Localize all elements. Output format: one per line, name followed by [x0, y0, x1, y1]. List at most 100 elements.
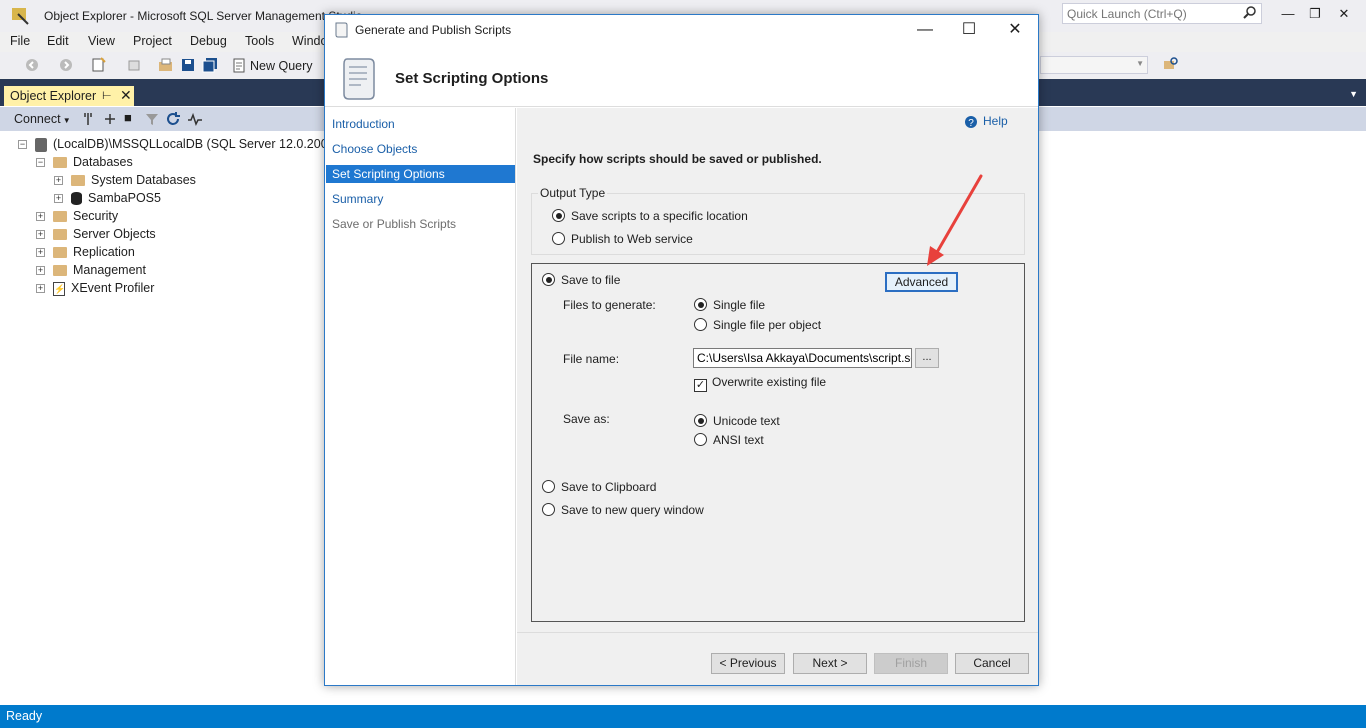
- tree-node[interactable]: + Security: [36, 207, 118, 225]
- find-icon[interactable]: [1162, 57, 1178, 73]
- new-project-icon[interactable]: [90, 57, 106, 73]
- scroll-icon: [343, 58, 375, 100]
- radio-single-file[interactable]: Single file: [694, 298, 765, 312]
- stop-icon[interactable]: ■: [124, 110, 140, 126]
- expand-icon[interactable]: +: [54, 176, 63, 186]
- radio-save-to-clipboard[interactable]: Save to Clipboard: [542, 480, 656, 494]
- restore-icon[interactable]: ❐: [1307, 6, 1323, 22]
- menu-window[interactable]: Windo: [292, 34, 327, 48]
- back-icon[interactable]: [24, 57, 40, 73]
- tree-node[interactable]: + Server Objects: [36, 225, 156, 243]
- save-all-icon[interactable]: [202, 57, 218, 73]
- folder-icon: [53, 265, 67, 277]
- advanced-button[interactable]: Advanced: [885, 272, 958, 292]
- help-link[interactable]: Help: [983, 114, 1008, 128]
- toolbar-combo[interactable]: ▼: [1040, 56, 1148, 74]
- quick-launch-box[interactable]: [1062, 3, 1262, 24]
- close-icon[interactable]: ✕: [120, 87, 132, 104]
- tree-node[interactable]: + Replication: [36, 243, 135, 261]
- output-type-group: Output Type Save scripts to a specific l…: [531, 186, 1025, 255]
- browse-button[interactable]: ...: [915, 348, 939, 368]
- connect-button[interactable]: Connect ▼: [14, 112, 71, 126]
- forward-icon[interactable]: [58, 57, 74, 73]
- radio-save-to-location[interactable]: Save scripts to a specific location: [552, 209, 748, 223]
- menubar: File Edit View Project Debug Tools Windo: [0, 32, 330, 52]
- radio-dot: [694, 318, 707, 331]
- menu-debug[interactable]: Debug: [190, 34, 227, 48]
- cancel-button[interactable]: Cancel: [955, 653, 1029, 674]
- radio-unicode-text[interactable]: Unicode text: [694, 414, 780, 428]
- nav-item[interactable]: Choose Objects: [326, 140, 515, 158]
- activity-monitor-icon[interactable]: [187, 111, 203, 127]
- tree-node[interactable]: + SambaPOS5: [54, 189, 161, 207]
- dialog-title: Generate and Publish Scripts: [355, 23, 512, 37]
- expand-icon[interactable]: +: [36, 266, 45, 276]
- tree-node[interactable]: + Management: [36, 261, 146, 279]
- folder-icon: [53, 157, 67, 169]
- disconnect-icon[interactable]: [102, 111, 118, 127]
- finish-button[interactable]: Finish: [874, 653, 948, 674]
- open-file-icon[interactable]: [158, 57, 174, 73]
- radio-label: Save to file: [561, 273, 621, 287]
- object-explorer-tab[interactable]: Object Explorer ⊢ ✕: [4, 86, 134, 106]
- chevron-down-icon: ▼: [1136, 59, 1144, 68]
- menu-view[interactable]: View: [88, 34, 115, 48]
- scroll-icon: [335, 22, 348, 38]
- radio-save-to-query-window[interactable]: Save to new query window: [542, 503, 704, 517]
- close-icon[interactable]: ✕: [1336, 6, 1352, 22]
- status-bar: Ready: [0, 705, 1366, 728]
- collapse-icon[interactable]: −: [18, 140, 27, 150]
- add-item-icon[interactable]: [126, 57, 142, 73]
- expand-icon[interactable]: +: [36, 284, 45, 294]
- file-name-field[interactable]: [693, 348, 912, 368]
- radio-dot: [542, 480, 555, 493]
- minimize-icon[interactable]: —: [1280, 6, 1296, 22]
- radio-publish-web[interactable]: Publish to Web service: [552, 232, 693, 246]
- next-button[interactable]: Next >: [793, 653, 867, 674]
- chevron-down-icon[interactable]: ▼: [1349, 89, 1358, 99]
- status-text: Ready: [6, 709, 43, 723]
- folder-icon: [53, 211, 67, 223]
- nav-item[interactable]: Introduction: [326, 115, 515, 133]
- nav-item[interactable]: Summary: [326, 190, 515, 208]
- collapse-icon[interactable]: −: [36, 158, 45, 168]
- search-icon[interactable]: [1243, 6, 1257, 20]
- refresh-icon[interactable]: [165, 111, 181, 127]
- server-icon: [35, 137, 47, 152]
- menu-project[interactable]: Project: [133, 34, 172, 48]
- connect-plug-icon[interactable]: [80, 111, 96, 127]
- tree-node[interactable]: + System Databases: [54, 171, 196, 189]
- menu-file[interactable]: File: [10, 34, 30, 48]
- radio-ansi-text[interactable]: ANSI text: [694, 433, 764, 447]
- save-icon[interactable]: [180, 57, 196, 73]
- tree-node[interactable]: − (LocalDB)\MSSQLLocalDB (SQL Server 12.0…: [18, 135, 355, 153]
- ssms-app-icon: [12, 8, 29, 25]
- close-icon[interactable]: ✕: [1000, 19, 1030, 41]
- tree-node-label: Replication: [73, 245, 135, 259]
- folder-icon: [53, 247, 67, 259]
- tree-node[interactable]: − Databases: [36, 153, 133, 171]
- quick-launch-input[interactable]: [1063, 4, 1238, 23]
- minimize-icon[interactable]: —: [910, 19, 940, 41]
- new-query-button[interactable]: New Query: [230, 56, 313, 76]
- nav-item[interactable]: Set Scripting Options: [326, 165, 515, 183]
- tree-node-label: Security: [73, 209, 119, 223]
- maximize-icon[interactable]: ☐: [954, 19, 984, 41]
- menu-edit[interactable]: Edit: [47, 34, 69, 48]
- help-icon[interactable]: ?: [964, 115, 978, 129]
- radio-dot: [542, 503, 555, 516]
- folder-icon: [71, 175, 85, 187]
- expand-icon[interactable]: +: [54, 194, 63, 204]
- radio-file-per-object[interactable]: Single file per object: [694, 318, 821, 332]
- tree-node[interactable]: + ⚡ XEvent Profiler: [36, 279, 154, 297]
- expand-icon[interactable]: +: [36, 248, 45, 258]
- expand-icon[interactable]: +: [36, 230, 45, 240]
- previous-button[interactable]: < Previous: [711, 653, 785, 674]
- overwrite-checkbox[interactable]: ✓ Overwrite existing file: [694, 375, 826, 392]
- pin-icon[interactable]: ⊢: [102, 89, 112, 102]
- radio-save-to-file[interactable]: Save to file: [542, 273, 620, 287]
- menu-tools[interactable]: Tools: [245, 34, 274, 48]
- filter-icon[interactable]: [144, 111, 160, 127]
- file-name-label: File name:: [563, 352, 620, 366]
- expand-icon[interactable]: +: [36, 212, 45, 222]
